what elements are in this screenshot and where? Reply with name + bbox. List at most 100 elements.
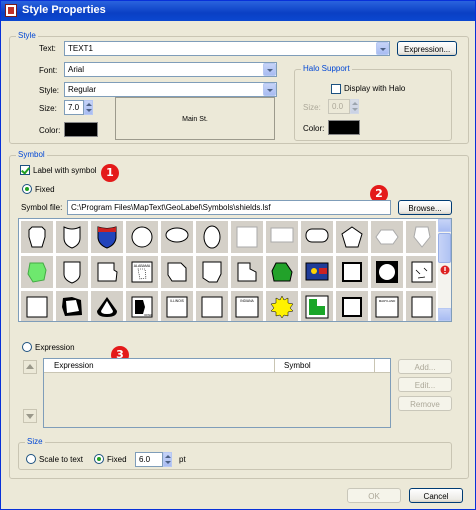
chevron-down-icon[interactable] (376, 42, 389, 55)
size-field[interactable]: 7.0 (64, 100, 84, 115)
oval-vertical-icon (203, 225, 221, 249)
add-button[interactable]: Add... (398, 359, 452, 374)
display-with-halo-checkbox[interactable] (331, 84, 341, 94)
symbol-cell[interactable] (301, 256, 333, 288)
symbol-cell[interactable] (336, 221, 368, 253)
fixed-symbol-radio[interactable] (22, 184, 32, 194)
symbol-cell[interactable] (301, 221, 333, 253)
symbol-cell[interactable] (56, 256, 88, 288)
symbol-cell[interactable] (21, 291, 53, 321)
alabama-state-icon: ALABAMA (131, 261, 153, 283)
symbol-cell[interactable] (126, 221, 158, 253)
symbol-cell[interactable] (196, 221, 228, 253)
symbol-gallery[interactable]: ALABAMA IOWA ILLINOIS INDIANA MARYLAND (18, 218, 452, 322)
column-expression[interactable]: Expression (54, 361, 94, 370)
symbol-cell[interactable] (266, 221, 298, 253)
style-legend: Style (16, 31, 38, 40)
size-spinner[interactable] (84, 100, 93, 115)
shield-curved-icon (63, 261, 81, 284)
symbol-cell[interactable] (231, 256, 263, 288)
symbol-size-spinner[interactable] (163, 452, 172, 467)
font-value: Arial (68, 65, 85, 74)
font-combo[interactable]: Arial (64, 62, 277, 77)
chevron-down-icon[interactable] (263, 63, 276, 76)
scroll-up-icon[interactable] (438, 219, 451, 232)
label-with-symbol-checkbox[interactable] (20, 165, 30, 175)
expression-table[interactable]: Expression Symbol (43, 358, 391, 428)
title-bar: Style Properties (1, 1, 475, 21)
symbol-cell[interactable] (371, 221, 403, 253)
square-thick-icon (342, 297, 362, 317)
shield-plain-icon (413, 226, 431, 248)
symbol-cell[interactable] (56, 221, 88, 253)
scale-to-text-radio[interactable] (26, 454, 36, 464)
symbol-cell[interactable] (336, 256, 368, 288)
symbol-cell[interactable] (371, 256, 403, 288)
edit-button[interactable]: Edit... (398, 377, 452, 392)
text-color-swatch[interactable] (64, 122, 98, 137)
scroll-down-icon[interactable] (438, 308, 451, 321)
symbol-cell[interactable]: IOWA (126, 291, 158, 321)
move-up-button[interactable] (23, 360, 37, 374)
remove-button[interactable]: Remove (398, 396, 452, 411)
scroll-thumb[interactable] (438, 233, 451, 263)
fixed-symbol-label: Fixed (35, 185, 55, 194)
symbol-size-field[interactable]: 6.0 (135, 452, 163, 467)
cancel-button[interactable]: Cancel (409, 488, 463, 503)
expression-radio[interactable] (22, 342, 32, 352)
symbol-file-field[interactable]: C:\Program Files\MapText\GeoLabel\Symbol… (67, 200, 391, 215)
symbol-size-unit: pt (179, 455, 186, 464)
style-combo[interactable]: Regular (64, 82, 277, 97)
halo-color-swatch[interactable] (328, 120, 360, 135)
symbol-cell[interactable]: ILLINOIS (161, 291, 193, 321)
style-properties-dialog: Style Properties Style Text: TEXT1 Expre… (0, 0, 476, 510)
symbol-cell[interactable] (231, 221, 263, 253)
symbol-cell[interactable] (196, 291, 228, 321)
chevron-down-icon[interactable] (263, 83, 276, 96)
symbol-cell[interactable]: ALABAMA (126, 256, 158, 288)
text-value: TEXT1 (68, 44, 93, 53)
symbol-cell[interactable] (56, 291, 88, 321)
iowa-state-icon: IOWA (131, 296, 153, 318)
symbol-cell[interactable] (406, 256, 436, 288)
app-icon (5, 4, 17, 17)
state-outline-icon (202, 261, 222, 283)
symbol-cell[interactable] (161, 221, 193, 253)
symbol-cell[interactable] (21, 256, 53, 288)
style-value: Regular (68, 85, 97, 94)
interstate-shield-icon (97, 226, 117, 249)
fixed-size-radio[interactable] (94, 454, 104, 464)
browse-button[interactable]: Browse... (398, 200, 452, 215)
symbol-cell[interactable] (406, 221, 436, 253)
ok-button[interactable]: OK (347, 488, 401, 503)
halo-size-field[interactable]: 0.0 (328, 99, 350, 114)
size-group: Size (18, 437, 452, 470)
maryland-state-icon: MARYLAND (375, 296, 399, 318)
halo-size-spinner[interactable] (350, 99, 359, 114)
symbol-cell[interactable] (266, 291, 298, 321)
symbol-cell[interactable] (336, 291, 368, 321)
fixed-size-label: Fixed (107, 455, 127, 464)
symbol-cell[interactable]: MARYLAND (371, 291, 403, 321)
square-icon (26, 296, 48, 318)
symbol-cell[interactable] (266, 256, 298, 288)
halo-legend: Halo Support (301, 64, 352, 73)
move-down-button[interactable] (23, 409, 37, 423)
symbol-cell[interactable] (196, 256, 228, 288)
symbol-cell[interactable] (161, 256, 193, 288)
symbol-cell[interactable]: INDIANA (231, 291, 263, 321)
symbol-cell[interactable] (301, 291, 333, 321)
symbol-cell[interactable] (91, 221, 123, 253)
symbol-cell[interactable] (406, 291, 436, 321)
symbol-cell[interactable] (91, 256, 123, 288)
symbol-cell[interactable] (21, 221, 53, 253)
shield-plain-icon (28, 226, 46, 248)
expression-button[interactable]: Expression... (397, 41, 457, 56)
table-header: Expression Symbol (44, 359, 390, 373)
state-outline-icon (97, 262, 118, 282)
hexagon-icon (375, 229, 399, 245)
text-combo[interactable]: TEXT1 (64, 41, 390, 56)
symbol-cell[interactable] (91, 291, 123, 321)
font-label: Font: (39, 66, 58, 75)
column-symbol[interactable]: Symbol (284, 361, 311, 370)
